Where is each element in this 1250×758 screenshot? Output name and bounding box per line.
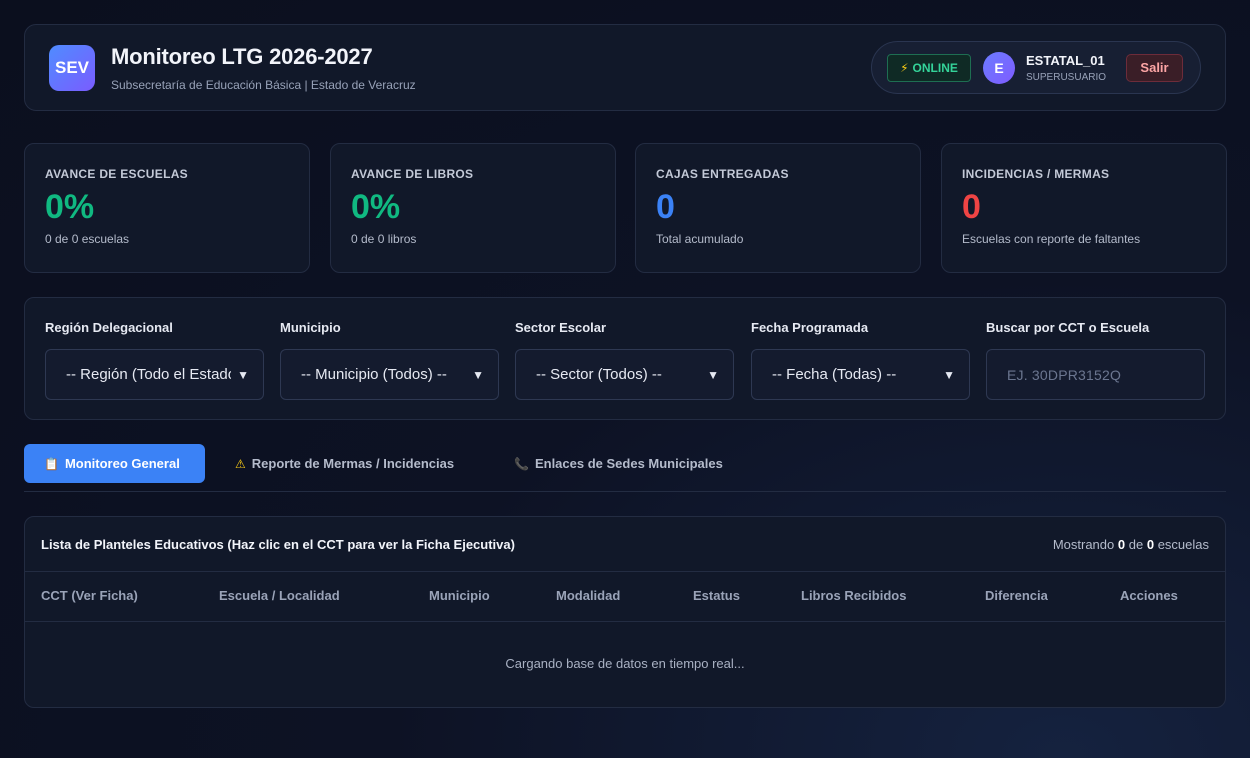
tab-enlaces-sedes[interactable]: 📞 Enlaces de Sedes Municipales <box>502 444 735 483</box>
tab-label: Reporte de Mermas / Incidencias <box>251 456 455 471</box>
table-title: Lista de Planteles Educativos (Haz clic … <box>41 536 515 552</box>
stat-value: 0% <box>45 188 95 226</box>
avatar[interactable]: E <box>983 51 1015 84</box>
filter-label: Fecha Programada <box>751 320 869 335</box>
schools-table-card: Lista de Planteles Educativos (Haz clic … <box>24 516 1226 708</box>
chevron-down-icon: ▼ <box>472 367 484 382</box>
stat-label: AVANCE DE LIBROS <box>351 167 474 181</box>
search-placeholder: Ej. 30DPR3152Q <box>1007 366 1122 383</box>
stat-sub: Total acumulado <box>656 232 744 247</box>
stat-card-escuelas: AVANCE DE ESCUELAS 0% 0 de 0 escuelas <box>24 143 310 273</box>
chevron-down-icon: ▼ <box>237 367 249 382</box>
user-role: SUPERUSUARIO <box>1026 71 1107 83</box>
select-value: -- Fecha (Todas) -- <box>772 366 897 383</box>
filter-region: Región Delegacional -- Región (Todo el E… <box>45 320 264 400</box>
user-panel: ⚡ ONLINE E ESTATAL_01 SUPERUSUARIO Salir <box>871 41 1201 94</box>
filter-label: Sector Escolar <box>515 320 607 335</box>
column-header-escuela[interactable]: Escuela / Localidad <box>219 588 340 603</box>
count-mid: de <box>1128 536 1144 552</box>
warning-icon: ⚠ <box>235 456 246 471</box>
stat-label: AVANCE DE ESCUELAS <box>45 167 188 181</box>
lightning-icon: ⚡ <box>900 60 909 75</box>
filter-sector: Sector Escolar -- Sector (Todos) -- ▼ <box>515 320 734 400</box>
status-label: ONLINE <box>912 60 958 75</box>
stat-value: 0 <box>962 188 981 226</box>
count-shown: 0 <box>1117 536 1126 552</box>
column-header-libros[interactable]: Libros Recibidos <box>801 588 906 603</box>
column-header-diferencia[interactable]: Diferencia <box>985 588 1048 603</box>
filter-label: Municipio <box>280 320 341 335</box>
title-block: Monitoreo LTG 2026-2027 Subsecretaría de… <box>111 44 416 92</box>
select-value: -- Municipio (Todos) -- <box>301 366 447 383</box>
count-prefix: Mostrando <box>1052 536 1115 552</box>
stat-card-incidencias: INCIDENCIAS / MERMAS 0 Escuelas con repo… <box>941 143 1227 273</box>
sev-logo: SEV <box>49 44 95 91</box>
filter-label: Región Delegacional <box>45 320 173 335</box>
filters-panel: Región Delegacional -- Región (Todo el E… <box>24 297 1226 420</box>
page-title: Monitoreo LTG 2026-2027 <box>111 43 373 69</box>
stat-card-libros: AVANCE DE LIBROS 0% 0 de 0 libros <box>330 143 616 273</box>
filter-municipio: Municipio -- Municipio (Todos) -- ▼ <box>280 320 499 400</box>
stat-label: INCIDENCIAS / MERMAS <box>962 167 1110 181</box>
tab-bar: 📋 Monitoreo General ⚠ Reporte de Mermas … <box>24 444 1226 492</box>
logout-button[interactable]: Salir <box>1126 53 1184 82</box>
clipboard-icon: 📋 <box>44 456 59 471</box>
table-header-bar: Lista de Planteles Educativos (Haz clic … <box>25 517 1225 572</box>
stat-value: 0% <box>351 188 401 226</box>
count-total: 0 <box>1146 536 1155 552</box>
user-name: ESTATAL_01 <box>1026 52 1105 68</box>
stat-value: 0 <box>656 188 675 226</box>
app-header: SEV Monitoreo LTG 2026-2027 Subsecretarí… <box>24 24 1226 111</box>
search-input[interactable]: Ej. 30DPR3152Q <box>986 349 1205 400</box>
count-suffix: escuelas <box>1157 536 1209 552</box>
stat-sub: Escuelas con reporte de faltantes <box>962 232 1141 247</box>
select-value: -- Sector (Todos) -- <box>536 366 662 383</box>
status-badge: ⚡ ONLINE <box>887 53 971 82</box>
chevron-down-icon: ▼ <box>707 367 719 382</box>
tab-label: Monitoreo General <box>64 456 180 471</box>
user-info: ESTATAL_01 SUPERUSUARIO <box>1026 53 1106 83</box>
filter-fecha: Fecha Programada -- Fecha (Todas) -- ▼ <box>751 320 970 400</box>
municipio-select[interactable]: -- Municipio (Todos) -- ▼ <box>280 349 499 400</box>
tab-label: Enlaces de Sedes Municipales <box>534 456 723 471</box>
tab-monitoreo-general[interactable]: 📋 Monitoreo General <box>24 444 205 483</box>
column-header-modalidad[interactable]: Modalidad <box>556 588 620 603</box>
column-header-acciones[interactable]: Acciones <box>1120 588 1178 603</box>
page-subtitle: Subsecretaría de Educación Básica | Esta… <box>111 77 416 92</box>
stat-label: CAJAS ENTREGADAS <box>656 167 789 181</box>
stat-sub: 0 de 0 escuelas <box>45 232 130 247</box>
region-select[interactable]: -- Región (Todo el Estado) -- ▼ <box>45 349 264 400</box>
table-count: Mostrando 0 de 0 escuelas <box>1053 537 1209 552</box>
column-header-municipio[interactable]: Municipio <box>429 588 490 603</box>
loading-message: Cargando base de datos en tiempo real... <box>505 656 745 671</box>
filter-label: Buscar por CCT o Escuela <box>986 320 1150 335</box>
phone-icon: 📞 <box>514 456 529 471</box>
select-value: -- Región (Todo el Estado) -- <box>66 366 231 383</box>
table-columns: CCT (Ver Ficha) Escuela / Localidad Muni… <box>25 572 1225 622</box>
stats-row: AVANCE DE ESCUELAS 0% 0 de 0 escuelas AV… <box>24 143 1227 273</box>
filter-buscar: Buscar por CCT o Escuela Ej. 30DPR3152Q <box>986 320 1205 400</box>
column-header-cct[interactable]: CCT (Ver Ficha) <box>41 588 138 603</box>
tab-reporte-mermas[interactable]: ⚠ Reporte de Mermas / Incidencias <box>223 444 466 483</box>
stat-sub: 0 de 0 libros <box>351 232 417 247</box>
column-header-estatus[interactable]: Estatus <box>693 588 740 603</box>
chevron-down-icon: ▼ <box>943 367 955 382</box>
sector-select[interactable]: -- Sector (Todos) -- ▼ <box>515 349 734 400</box>
fecha-select[interactable]: -- Fecha (Todas) -- ▼ <box>751 349 970 400</box>
stat-card-cajas: CAJAS ENTREGADAS 0 Total acumulado <box>635 143 921 273</box>
